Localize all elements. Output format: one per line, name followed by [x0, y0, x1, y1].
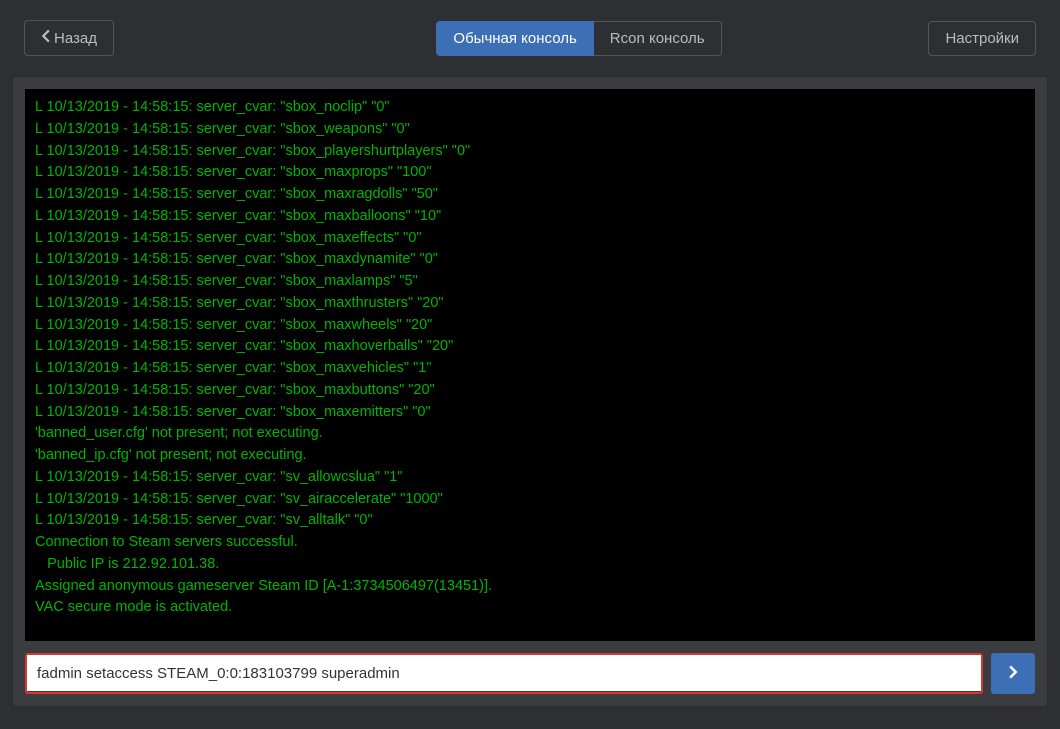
console-line: L 10/13/2019 - 14:58:15: server_cvar: "s… — [35, 293, 1025, 315]
console-line: L 10/13/2019 - 14:58:15: server_cvar: "s… — [35, 119, 1025, 141]
console-line: L 10/13/2019 - 14:58:15: server_cvar: "s… — [35, 467, 1025, 489]
console-line: 'banned_user.cfg' not present; not execu… — [35, 423, 1025, 445]
back-button-label: Назад — [54, 30, 97, 47]
console-line: L 10/13/2019 - 14:58:15: server_cvar: "s… — [35, 489, 1025, 511]
console-line: L 10/13/2019 - 14:58:15: server_cvar: "s… — [35, 402, 1025, 424]
console-line: Assigned anonymous gameserver Steam ID [… — [35, 576, 1025, 598]
console-line: L 10/13/2019 - 14:58:15: server_cvar: "s… — [35, 380, 1025, 402]
tab-rcon-console[interactable]: Rcon консоль — [594, 21, 722, 56]
console-line: L 10/13/2019 - 14:58:15: server_cvar: "s… — [35, 249, 1025, 271]
console-line: Public IP is 212.92.101.38. — [35, 554, 1025, 576]
tab-normal-console[interactable]: Обычная консоль — [436, 21, 593, 56]
console-line: L 10/13/2019 - 14:58:15: server_cvar: "s… — [35, 97, 1025, 119]
console-line: L 10/13/2019 - 14:58:15: server_cvar: "s… — [35, 510, 1025, 532]
command-input-highlight — [25, 653, 983, 694]
console-line: L 10/13/2019 - 14:58:15: server_cvar: "s… — [35, 228, 1025, 250]
console-line: L 10/13/2019 - 14:58:15: server_cvar: "s… — [35, 141, 1025, 163]
console-line: L 10/13/2019 - 14:58:15: server_cvar: "s… — [35, 315, 1025, 337]
chevron-left-icon — [41, 29, 50, 47]
console-line: L 10/13/2019 - 14:58:15: server_cvar: "s… — [35, 162, 1025, 184]
console-line: L 10/13/2019 - 14:58:15: server_cvar: "s… — [35, 358, 1025, 380]
console-line: 'banned_ip.cfg' not present; not executi… — [35, 445, 1025, 467]
command-input[interactable] — [27, 655, 981, 691]
console-tab-group: Обычная консоль Rcon консоль — [436, 21, 721, 56]
send-button[interactable] — [991, 653, 1035, 694]
settings-button[interactable]: Настройки — [928, 21, 1036, 56]
console-line: L 10/13/2019 - 14:58:15: server_cvar: "s… — [35, 206, 1025, 228]
console-line: L 10/13/2019 - 14:58:15: server_cvar: "s… — [35, 271, 1025, 293]
console-line: L 10/13/2019 - 14:58:15: server_cvar: "s… — [35, 184, 1025, 206]
command-input-row — [25, 653, 1035, 694]
content-wrapper: L 10/13/2019 - 14:58:15: server_cvar: "s… — [0, 76, 1060, 719]
console-output[interactable]: L 10/13/2019 - 14:58:15: server_cvar: "s… — [25, 89, 1035, 641]
header-toolbar: Назад Обычная консоль Rcon консоль Настр… — [0, 0, 1060, 76]
console-line: VAC secure mode is activated. — [35, 597, 1025, 619]
console-panel: L 10/13/2019 - 14:58:15: server_cvar: "s… — [12, 76, 1048, 707]
chevron-right-icon — [1009, 665, 1018, 682]
back-button[interactable]: Назад — [24, 20, 114, 56]
console-line: L 10/13/2019 - 14:58:15: server_cvar: "s… — [35, 336, 1025, 358]
console-line: Connection to Steam servers successful. — [35, 532, 1025, 554]
